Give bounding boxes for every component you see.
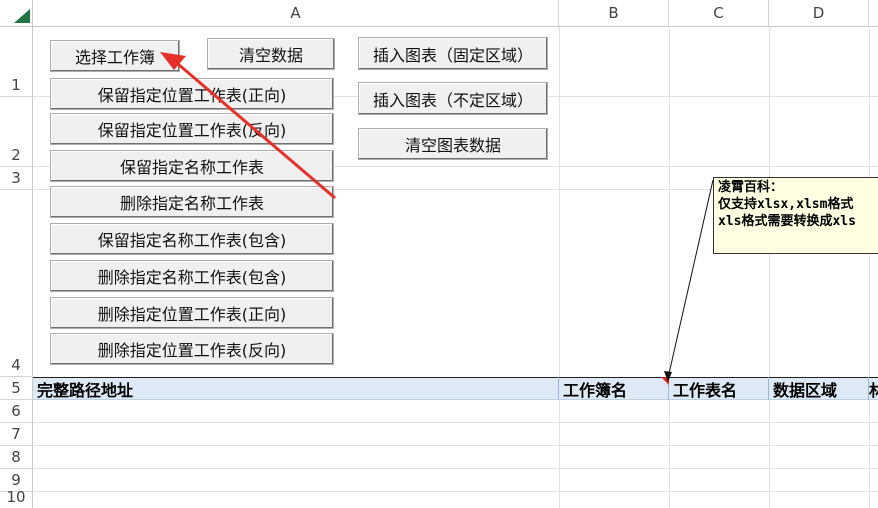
header-extra[interactable]: 林: [869, 377, 878, 400]
row-header-6[interactable]: 6: [0, 400, 33, 423]
row-header-5[interactable]: 5: [0, 377, 33, 400]
delete-position-reverse-button[interactable]: 删除指定位置工作表(反向): [50, 333, 334, 365]
spreadsheet: A B C D 1 2 3 4 5 6 7 8 9 10 完整路径地址 工作簿名…: [0, 0, 878, 508]
select-workbook-button[interactable]: 选择工作簿: [50, 40, 180, 72]
insert-chart-fixed-button[interactable]: 插入图表（固定区域）: [358, 37, 548, 70]
row-header-7[interactable]: 7: [0, 423, 33, 446]
header-full-path[interactable]: 完整路径地址: [33, 377, 559, 400]
gridline: [33, 468, 878, 469]
keep-name-contains-button[interactable]: 保留指定名称工作表(包含): [50, 223, 334, 255]
gridline: [33, 422, 878, 423]
keep-position-forward-button[interactable]: 保留指定位置工作表(正向): [50, 78, 334, 110]
column-header-a[interactable]: A: [33, 0, 559, 27]
row-header-1[interactable]: 1: [0, 27, 33, 97]
row-header-10[interactable]: 10: [0, 488, 33, 508]
column-header-d[interactable]: D: [769, 0, 869, 27]
clear-chart-data-button[interactable]: 清空图表数据: [358, 128, 548, 160]
select-all-triangle-icon: [14, 9, 30, 23]
comment-line-2: 仅支持xlsx,xlsm格式: [718, 197, 854, 212]
delete-name-contains-button[interactable]: 删除指定名称工作表(包含): [50, 260, 334, 292]
comment-line-1: 凌霄百科：: [718, 180, 784, 195]
keep-name-button[interactable]: 保留指定名称工作表: [50, 150, 334, 182]
header-workbook-name[interactable]: 工作簿名: [559, 377, 669, 400]
delete-name-button[interactable]: 删除指定名称工作表: [50, 186, 334, 218]
gridline: [869, 27, 870, 508]
column-header-e[interactable]: [869, 0, 878, 27]
comment-leader-line: [667, 179, 714, 379]
column-header-b[interactable]: B: [559, 0, 669, 27]
delete-position-forward-button[interactable]: 删除指定位置工作表(正向): [50, 297, 334, 329]
keep-position-reverse-button[interactable]: 保留指定位置工作表(反向): [50, 113, 334, 145]
gridline: [33, 491, 878, 492]
header-worksheet-name[interactable]: 工作表名: [669, 377, 769, 400]
row-header-3[interactable]: 3: [0, 167, 33, 190]
row-header-4[interactable]: 4: [0, 190, 33, 377]
gridline: [769, 27, 770, 508]
gridline: [33, 445, 878, 446]
gridline: [669, 27, 670, 508]
insert-chart-unfixed-button[interactable]: 插入图表（不定区域）: [358, 82, 548, 115]
header-data-range[interactable]: 数据区域: [769, 377, 869, 400]
comment-line-3: xls格式需要转换成xls: [718, 214, 856, 229]
select-all-corner[interactable]: [0, 0, 33, 27]
row-header-8[interactable]: 8: [0, 446, 33, 469]
gridline: [559, 27, 560, 508]
clear-data-button[interactable]: 清空数据: [207, 38, 335, 70]
row-header-2[interactable]: 2: [0, 97, 33, 167]
column-header-c[interactable]: C: [669, 0, 769, 27]
comment-indicator-icon[interactable]: [661, 377, 669, 385]
cell-comment-box[interactable]: 凌霄百科： 仅支持xlsx,xlsm格式 xls格式需要转换成xls: [713, 177, 878, 254]
